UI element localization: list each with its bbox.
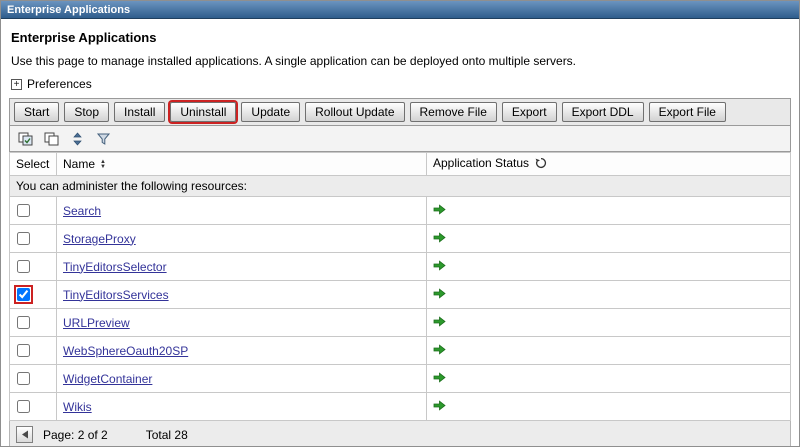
deselect-all-icon[interactable] bbox=[40, 129, 62, 148]
row-select-checkbox[interactable] bbox=[17, 344, 30, 357]
preferences-toggle[interactable]: + Preferences bbox=[11, 77, 791, 91]
status-column-label: Application Status bbox=[433, 156, 529, 170]
show-filter-icon[interactable] bbox=[66, 129, 88, 148]
row-checkbox-wrap bbox=[16, 203, 31, 218]
status-started-icon bbox=[433, 344, 446, 355]
status-started-icon bbox=[433, 372, 446, 383]
application-link[interactable]: Search bbox=[63, 204, 101, 218]
table-row: WidgetContainer bbox=[10, 365, 791, 393]
table-row: StorageProxy bbox=[10, 225, 791, 253]
row-select-checkbox[interactable] bbox=[17, 316, 30, 329]
row-checkbox-wrap bbox=[16, 315, 31, 330]
select-all-icon[interactable] bbox=[14, 129, 36, 148]
table-caption: You can administer the following resourc… bbox=[10, 176, 791, 197]
refresh-status-icon[interactable] bbox=[535, 158, 547, 172]
row-select-checkbox[interactable] bbox=[17, 400, 30, 413]
pagination-bar: Page: 2 of 2 Total 28 bbox=[9, 421, 791, 447]
status-started-icon bbox=[433, 316, 446, 327]
start-button[interactable]: Start bbox=[14, 102, 59, 122]
table-caption-row: You can administer the following resourc… bbox=[10, 176, 791, 197]
total-count: Total 28 bbox=[146, 428, 188, 442]
status-started-icon bbox=[433, 260, 446, 271]
name-column-label: Name bbox=[63, 157, 95, 171]
row-select-checkbox[interactable] bbox=[17, 260, 30, 273]
applications-table: Select Name ▲▼ Application Status You can… bbox=[9, 152, 791, 421]
application-link[interactable]: URLPreview bbox=[63, 316, 130, 330]
export-ddl-button[interactable]: Export DDL bbox=[562, 102, 644, 122]
row-checkbox-wrap bbox=[16, 343, 31, 358]
clear-filter-icon[interactable] bbox=[92, 129, 114, 148]
stop-button[interactable]: Stop bbox=[64, 102, 109, 122]
row-checkbox-wrap bbox=[16, 231, 31, 246]
application-link[interactable]: WebSphereOauth20SP bbox=[63, 344, 188, 358]
page-indicator: Page: 2 of 2 bbox=[43, 428, 108, 442]
table-row: Wikis bbox=[10, 393, 791, 421]
preferences-label: Preferences bbox=[27, 77, 92, 91]
table-row: URLPreview bbox=[10, 309, 791, 337]
window-title-bar: Enterprise Applications bbox=[1, 1, 799, 19]
select-column-header: Select bbox=[10, 153, 57, 176]
export-file-button[interactable]: Export File bbox=[649, 102, 726, 122]
application-link[interactable]: Wikis bbox=[63, 400, 92, 414]
row-checkbox-wrap bbox=[16, 259, 31, 274]
status-column-header: Application Status bbox=[427, 153, 791, 176]
table-row: WebSphereOauth20SP bbox=[10, 337, 791, 365]
row-select-checkbox[interactable] bbox=[17, 288, 30, 301]
row-select-checkbox[interactable] bbox=[17, 204, 30, 217]
status-started-icon bbox=[433, 232, 446, 243]
update-button[interactable]: Update bbox=[241, 102, 300, 122]
expand-icon[interactable]: + bbox=[11, 79, 22, 90]
page-title: Enterprise Applications bbox=[11, 30, 791, 45]
table-row: TinyEditorsServices bbox=[10, 281, 791, 309]
page-content: Enterprise Applications Use this page to… bbox=[1, 19, 799, 447]
status-started-icon bbox=[433, 204, 446, 215]
action-toolbar: Start Stop Install Uninstall Update Roll… bbox=[9, 98, 791, 126]
row-select-checkbox[interactable] bbox=[17, 232, 30, 245]
row-checkbox-wrap bbox=[16, 371, 31, 386]
name-column-header: Name ▲▼ bbox=[57, 153, 427, 176]
previous-page-button[interactable] bbox=[16, 426, 33, 443]
status-started-icon bbox=[433, 288, 446, 299]
table-toolbar bbox=[9, 126, 791, 152]
page-description: Use this page to manage installed applic… bbox=[11, 54, 791, 68]
table-header-row: Select Name ▲▼ Application Status bbox=[10, 153, 791, 176]
uninstall-button[interactable]: Uninstall bbox=[170, 102, 236, 122]
sort-name-icon[interactable]: ▲▼ bbox=[100, 160, 106, 170]
export-button[interactable]: Export bbox=[502, 102, 557, 122]
table-row: TinyEditorsSelector bbox=[10, 253, 791, 281]
app-window: Enterprise Applications Enterprise Appli… bbox=[0, 0, 800, 447]
application-link[interactable]: TinyEditorsSelector bbox=[63, 260, 167, 274]
remove-file-button[interactable]: Remove File bbox=[410, 102, 497, 122]
select-column-label: Select bbox=[16, 157, 49, 171]
application-link[interactable]: StorageProxy bbox=[63, 232, 136, 246]
row-checkbox-wrap bbox=[16, 287, 31, 302]
row-checkbox-wrap bbox=[16, 399, 31, 414]
row-select-checkbox[interactable] bbox=[17, 372, 30, 385]
status-started-icon bbox=[433, 400, 446, 411]
rollout-update-button[interactable]: Rollout Update bbox=[305, 102, 404, 122]
application-link[interactable]: WidgetContainer bbox=[63, 372, 152, 386]
window-title: Enterprise Applications bbox=[7, 4, 130, 16]
application-link[interactable]: TinyEditorsServices bbox=[63, 288, 169, 302]
install-button[interactable]: Install bbox=[114, 102, 165, 122]
table-row: Search bbox=[10, 197, 791, 225]
